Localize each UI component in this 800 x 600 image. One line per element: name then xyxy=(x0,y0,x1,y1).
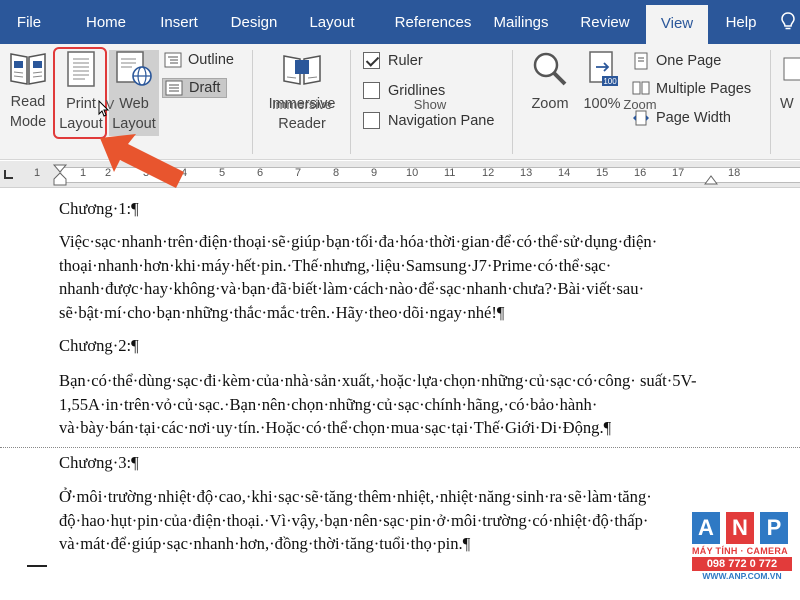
zoom-100-badge: 100 xyxy=(603,77,617,86)
ruler-number: 15 xyxy=(596,167,609,179)
ruler-number: 16 xyxy=(634,167,647,179)
page-break-line xyxy=(0,447,800,448)
checkbox-icon xyxy=(363,112,380,129)
multiple-pages-label: Multiple Pages xyxy=(656,81,752,97)
window-icon xyxy=(783,57,800,81)
ruler-number: 1 xyxy=(34,167,41,179)
window-label-partial: W xyxy=(780,96,794,112)
tab-layout[interactable]: Layout xyxy=(300,0,364,44)
checkbox-icon xyxy=(363,82,380,99)
ruler-number: 17 xyxy=(672,167,685,179)
immersive-group-label: Immersive xyxy=(272,97,332,112)
ruler-number: 1 xyxy=(80,167,87,179)
zoom-group-label: Zoom xyxy=(623,97,657,112)
ribbon-tab-bar: File Home Insert Design Layout Reference… xyxy=(0,0,800,44)
tab-stop-selector-icon[interactable] xyxy=(3,168,15,180)
logo-phone: 098 772 0 772 xyxy=(692,557,792,571)
logo-letter: P xyxy=(760,512,788,544)
tab-mailings[interactable]: Mailings xyxy=(486,0,556,44)
tab-file[interactable]: File xyxy=(8,0,50,44)
anp-watermark-logo: A N P MÁY TÍNH · CAMERA 098 772 0 772 WW… xyxy=(692,512,792,592)
tab-design[interactable]: Design xyxy=(222,0,286,44)
read-mode-button[interactable]: Read Mode xyxy=(4,50,52,132)
heading-chapter-1[interactable]: Chương·1:¶ xyxy=(59,197,729,221)
paragraph-1[interactable]: Việc·sạc·nhanh·trên·điện·thoại·sẽ·giúp·b… xyxy=(59,230,729,324)
tab-insert[interactable]: Insert xyxy=(150,0,208,44)
ruler-number: 10 xyxy=(406,167,419,179)
draft-icon xyxy=(165,80,183,96)
outline-label: Outline xyxy=(188,52,234,68)
paragraph-2[interactable]: Bạn·có·thể·dùng·sạc·đi·kèm·của·nhà·sản·x… xyxy=(59,369,729,440)
tab-references[interactable]: References xyxy=(378,0,488,44)
views-group-label: V xyxy=(105,97,115,112)
indent-marker-icon[interactable] xyxy=(52,163,68,187)
ruler-label: Ruler xyxy=(388,52,423,69)
document-page[interactable]: Chương·1:¶ Việc·sạc·nhanh·trên·điện·thoạ… xyxy=(0,189,800,600)
draft-button[interactable]: Draft xyxy=(162,78,228,98)
logo-url: WWW.ANP.COM.VN xyxy=(702,571,782,581)
navigation-pane-checkbox[interactable]: Navigation Pane xyxy=(363,112,494,129)
ruler-number: 7 xyxy=(295,167,302,179)
read-mode-label-1: Read xyxy=(10,94,46,110)
ruler-number: 12 xyxy=(482,167,495,179)
tab-home[interactable]: Home xyxy=(74,0,138,44)
print-layout-highlight-box xyxy=(53,47,107,139)
web-layout-button[interactable]: Web Layout xyxy=(109,50,159,134)
one-page-icon xyxy=(634,52,648,70)
window-button-partial[interactable]: W xyxy=(780,50,800,114)
paragraph-3[interactable]: Ở·môi·trường·nhiệt·độ·cao,·khi·sạc·sẽ·tă… xyxy=(59,485,729,556)
read-mode-label-2: Mode xyxy=(9,114,47,130)
pointer-arrow-icon xyxy=(100,134,184,188)
ruler-number: 13 xyxy=(520,167,533,179)
immersive-reader-icon xyxy=(283,55,321,85)
ruler-number: 8 xyxy=(333,167,340,179)
outline-button[interactable]: Outline xyxy=(164,52,234,68)
separator xyxy=(252,50,253,154)
multiple-pages-button[interactable]: Multiple Pages xyxy=(632,80,751,98)
tab-help[interactable]: Help xyxy=(716,0,766,44)
heading-chapter-2[interactable]: Chương·2:¶ xyxy=(59,334,729,358)
separator xyxy=(512,50,513,154)
logo-tagline: MÁY TÍNH · CAMERA xyxy=(692,546,788,556)
ruler-number: 9 xyxy=(371,167,378,179)
ruler-number: 6 xyxy=(257,167,264,179)
heading-chapter-3[interactable]: Chương·3:¶ xyxy=(59,451,729,475)
outline-icon xyxy=(164,52,182,68)
logo-letter: N xyxy=(726,512,754,544)
one-page-label: One Page xyxy=(656,53,722,69)
immersive-reader-label-2: Reader xyxy=(278,116,326,132)
one-page-button[interactable]: One Page xyxy=(632,52,721,70)
separator xyxy=(350,50,351,154)
web-layout-icon xyxy=(116,51,152,86)
immersive-reader-button[interactable]: Immersive Reader xyxy=(262,50,342,134)
tab-view[interactable]: View xyxy=(646,5,708,44)
separator xyxy=(770,50,771,154)
end-of-document-mark xyxy=(27,565,47,567)
zoom-label: Zoom xyxy=(531,96,569,112)
draft-label: Draft xyxy=(189,80,221,96)
navigation-pane-label: Navigation Pane xyxy=(388,112,495,129)
page-width-label: Page Width xyxy=(656,110,731,126)
show-group-label: Show xyxy=(413,97,447,112)
ruler-number: 5 xyxy=(219,167,226,179)
magnifier-icon xyxy=(533,52,567,86)
multiple-pages-icon xyxy=(632,81,650,95)
ruler-checkbox[interactable]: Ruler xyxy=(363,52,423,69)
zoom-button[interactable]: Zoom xyxy=(522,50,578,114)
read-mode-icon xyxy=(10,53,46,85)
lightbulb-icon[interactable] xyxy=(778,0,798,44)
zoom-100-icon: 100 xyxy=(589,51,618,86)
checkbox-checked-icon xyxy=(363,52,380,69)
ruler-number: 18 xyxy=(728,167,741,179)
ruler-number: 14 xyxy=(558,167,571,179)
right-indent-marker-icon[interactable] xyxy=(704,173,718,185)
tab-review[interactable]: Review xyxy=(574,0,636,44)
ruler-number: 11 xyxy=(444,167,456,179)
logo-letter: A xyxy=(692,512,720,544)
